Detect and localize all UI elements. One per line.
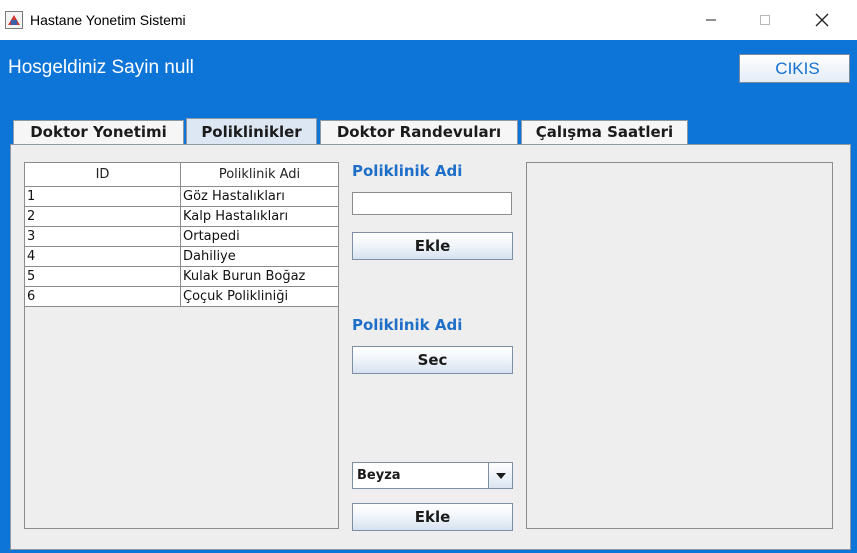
table-row[interactable]: 3 Ortapedi (25, 227, 338, 247)
cell-id: 1 (25, 187, 181, 207)
cell-id: 6 (25, 287, 181, 307)
chevron-down-icon[interactable] (488, 463, 512, 488)
doctor-list[interactable] (526, 162, 833, 529)
tab-doktor-randevulari[interactable]: Doktor Randevuları (320, 120, 518, 144)
column-header-id[interactable]: ID (25, 163, 181, 186)
welcome-text: Hosgeldiniz Sayin null (8, 57, 194, 78)
window-title: Hastane Yonetim Sistemi (30, 12, 186, 28)
table-row[interactable]: 1 Göz Hastalıkları (25, 187, 338, 207)
table-header: ID Poliklinik Adi (25, 163, 338, 187)
maximize-icon (760, 15, 770, 25)
minimize-icon (706, 19, 716, 21)
select-poliklinik-button[interactable]: Sec (352, 346, 513, 374)
cell-name: Ortapedi (181, 227, 338, 247)
cell-id: 5 (25, 267, 181, 287)
close-button[interactable] (797, 0, 847, 40)
poliklinik-name-input[interactable] (352, 192, 512, 215)
close-icon (815, 13, 829, 27)
column-header-name[interactable]: Poliklinik Adi (181, 163, 338, 186)
window-titlebar: Hastane Yonetim Sistemi (0, 0, 857, 40)
doctor-select[interactable]: Beyza (352, 462, 513, 489)
tab-doktor-yonetimi[interactable]: Doktor Yonetimi (13, 120, 184, 144)
add-poliklinik-label: Poliklinik Adi (352, 162, 463, 180)
cell-name: Çoçuk Polikliniği (181, 287, 338, 307)
maximize-button[interactable] (740, 0, 790, 40)
table-body: 1 Göz Hastalıkları 2 Kalp Hastalıkları 3… (25, 187, 338, 307)
cell-id: 2 (25, 207, 181, 227)
cell-name: Göz Hastalıkları (181, 187, 338, 207)
table-row[interactable]: 6 Çoçuk Polikliniği (25, 287, 338, 307)
doctor-select-value: Beyza (357, 468, 401, 483)
cell-name: Kulak Burun Boğaz (181, 267, 338, 287)
select-poliklinik-label: Poliklinik Adi (352, 316, 463, 334)
cell-name: Kalp Hastalıkları (181, 207, 338, 227)
cell-id: 3 (25, 227, 181, 247)
poliklinik-table[interactable]: ID Poliklinik Adi 1 Göz Hastalıkları 2 K… (24, 162, 339, 529)
minimize-button[interactable] (686, 0, 736, 40)
tab-panel-poliklinikler: ID Poliklinik Adi 1 Göz Hastalıkları 2 K… (10, 144, 851, 550)
main-content: Hosgeldiniz Sayin null CIKIS Doktor Yone… (0, 40, 857, 553)
add-poliklinik-button[interactable]: Ekle (352, 232, 513, 260)
cell-id: 4 (25, 247, 181, 267)
exit-button[interactable]: CIKIS (739, 54, 850, 83)
table-row[interactable]: 2 Kalp Hastalıkları (25, 207, 338, 227)
table-row[interactable]: 5 Kulak Burun Boğaz (25, 267, 338, 287)
tab-calisma-saatleri[interactable]: Çalışma Saatleri (521, 120, 688, 144)
add-doctor-button[interactable]: Ekle (352, 503, 513, 531)
app-icon (5, 11, 23, 29)
tab-poliklinikler[interactable]: Poliklinikler (186, 118, 317, 145)
cell-name: Dahiliye (181, 247, 338, 267)
table-row[interactable]: 4 Dahiliye (25, 247, 338, 267)
